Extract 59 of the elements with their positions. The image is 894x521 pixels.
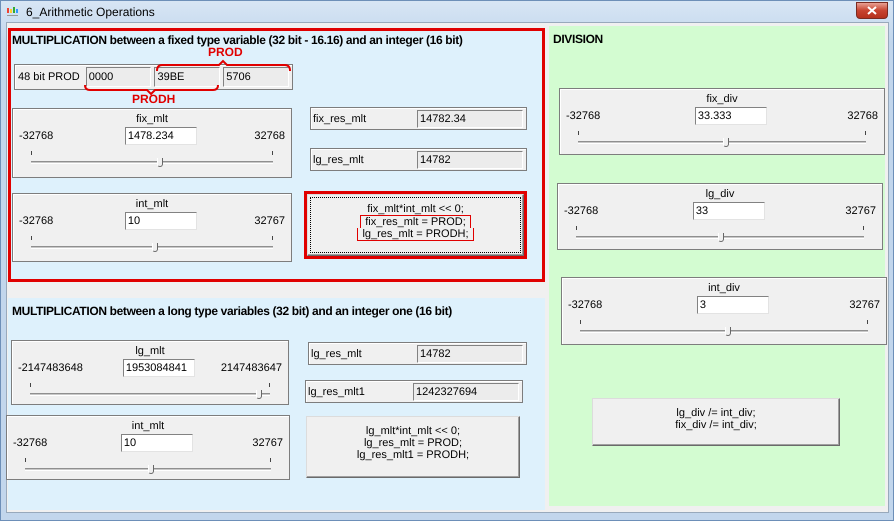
field-label: 48 bit PROD: [18, 71, 81, 83]
max-value: 32767: [849, 299, 880, 311]
max-value: 32767: [254, 215, 285, 227]
value-field[interactable]: 1953084841: [122, 359, 195, 377]
slider-thumb[interactable]: [722, 138, 729, 147]
min-value: -32768: [19, 215, 54, 227]
field-label: lg_res_mlt: [311, 348, 363, 360]
min-value: -32768: [13, 437, 48, 449]
slider-thumb[interactable]: [724, 327, 731, 336]
value-field: 5706: [223, 67, 290, 87]
value-field[interactable]: 33: [692, 202, 765, 220]
slider-thumb[interactable]: [718, 233, 724, 242]
slider-thumb[interactable]: [148, 465, 154, 474]
value-field: 1242327694: [413, 382, 519, 400]
field-label: lg_res_mlt1: [308, 386, 366, 398]
window-title: 6_Arithmetic Operations: [26, 4, 155, 18]
min-value: -32768: [564, 205, 598, 217]
close-button[interactable]: [856, 2, 888, 18]
value-field[interactable]: 1478.234: [124, 127, 197, 145]
slider-label: lg_div: [704, 187, 736, 201]
min-value: -2147483648: [18, 362, 83, 374]
value-field: 39BE: [154, 67, 220, 87]
slider-label: int_mlt: [130, 419, 166, 433]
slider-label: int_div: [707, 281, 741, 295]
value-field[interactable]: 10: [124, 212, 197, 230]
value-field[interactable]: 33.333: [694, 107, 767, 125]
section-title: MULTIPLICATION between a long type variables (32 bit) and an integer one (16 bit): [11, 304, 453, 318]
value-field: 14782.34: [417, 110, 523, 128]
prod-label: PROD: [208, 46, 243, 59]
slider-label: fix_div: [705, 92, 739, 106]
max-value: 32768: [254, 130, 285, 142]
slider-label: fix_mlt: [135, 112, 169, 126]
field-label: lg_res_mlt: [313, 154, 365, 166]
slider-thumb[interactable]: [152, 243, 158, 252]
min-value: -32768: [19, 130, 54, 142]
value-field[interactable]: 10: [120, 434, 193, 452]
field-label: fix_res_mlt: [313, 112, 368, 124]
value-field: 0000: [86, 67, 152, 87]
code-button[interactable]: lg_div /= int_div; fix_div /= int_div;: [592, 398, 840, 446]
value-field: 14782: [417, 150, 523, 168]
section-title: DIVISION: [552, 32, 604, 46]
slider-label: lg_mlt: [134, 344, 166, 358]
min-value: -32768: [566, 110, 600, 122]
close-icon: [867, 6, 877, 14]
max-value: 2147483647: [220, 362, 282, 374]
max-value: 32767: [845, 205, 876, 217]
slider-label: int_mlt: [134, 197, 170, 211]
slider-thumb[interactable]: [157, 158, 164, 167]
min-value: -32768: [568, 299, 602, 311]
max-value: 32767: [252, 437, 283, 449]
slider-thumb[interactable]: [256, 390, 262, 399]
prodh-label: PRODH: [132, 93, 176, 106]
section-title: MULTIPLICATION between a fixed type variable (32 bit - 16.16) and an integer (16 bit): [11, 33, 464, 47]
value-field: 14782: [417, 344, 523, 362]
code-button[interactable]: fix_mlt*int_mlt << 0; fix_res_mlt = PROD; lg_res_mlt = PRODH;: [307, 194, 524, 256]
app-icon: [6, 6, 20, 18]
max-value: 32768: [847, 110, 878, 122]
code-button[interactable]: lg_mlt*int_mlt << 0; lg_res_mlt = PROD; lg_res_mlt1 = PRODH;: [306, 416, 520, 478]
value-field[interactable]: 3: [696, 296, 769, 314]
